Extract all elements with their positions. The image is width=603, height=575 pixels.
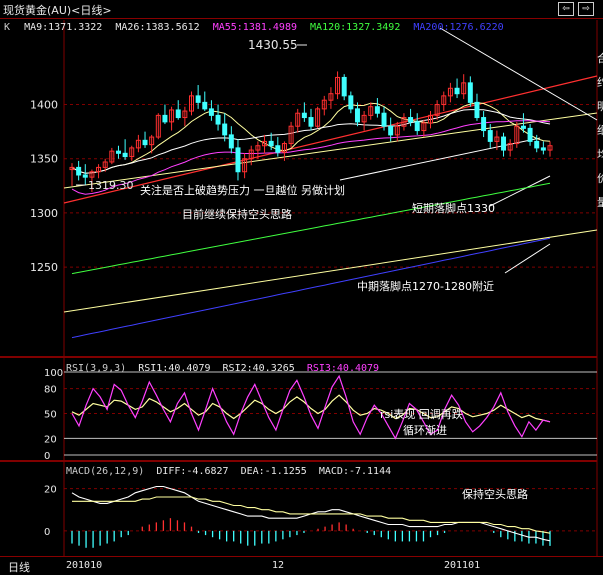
rsi-lines bbox=[71, 374, 551, 440]
rsi-legend-rsi2: RSI2:40.3265 bbox=[222, 363, 295, 374]
rsi-tick-20: 20 bbox=[44, 434, 57, 445]
sidebar-char-2[interactable]: 明 bbox=[597, 98, 603, 114]
macd-legend: MACD(26,12,9) DIFF:-4.6827 DEA:-1.1255 M… bbox=[66, 466, 397, 477]
candle-body-46 bbox=[374, 106, 380, 114]
candle-body-8 bbox=[122, 152, 128, 158]
candle-body-41 bbox=[341, 76, 347, 97]
y-axis-ticks: 1250 1300 1350 1400 0 20 50 80 100 0 20 bbox=[30, 99, 63, 538]
annotation-mid-target: 中期落脚点1270-1280附近 bbox=[357, 279, 494, 293]
candle-body-24 bbox=[228, 134, 234, 149]
rsi-legend-rsi1: RSI1:40.4079 bbox=[138, 363, 211, 374]
annotation-rsi-1: rsi表现 回调再跌 bbox=[380, 407, 463, 421]
candle-body-2 bbox=[82, 174, 88, 178]
legend-ma200: MA200:1276.6220 bbox=[413, 22, 504, 33]
candle-body-70 bbox=[534, 140, 540, 149]
annotation-short-target: 短期落脚点1330 bbox=[412, 201, 495, 215]
candle-body-47 bbox=[381, 112, 387, 127]
legend-ma9: MA9:1371.3322 bbox=[24, 22, 103, 33]
rsi-tick-100: 100 bbox=[44, 368, 63, 379]
candle-body-63 bbox=[487, 130, 493, 142]
sidebar-char-3[interactable]: 细 bbox=[597, 122, 603, 138]
macd-legend-dea: DEA:-1.1255 bbox=[240, 466, 307, 477]
candle-body-7 bbox=[115, 150, 121, 154]
candle-body-42 bbox=[348, 95, 354, 110]
candle-body-16 bbox=[175, 109, 181, 119]
candle-body-30 bbox=[268, 140, 274, 147]
arrow-mid bbox=[504, 243, 551, 274]
trend-line-channel bbox=[63, 229, 598, 313]
arrow-short bbox=[489, 175, 551, 207]
candle-body-58 bbox=[454, 87, 460, 95]
macd-legend-name: MACD(26,12,9) bbox=[66, 466, 145, 477]
y-tick-1350: 1350 bbox=[30, 153, 58, 166]
macd-legend-diff: DIFF:-4.6827 bbox=[156, 466, 229, 477]
date-axis-bar: 日线 201010 12 201101 bbox=[0, 556, 603, 574]
candle-body-19 bbox=[195, 95, 201, 103]
date-label-1: 201010 bbox=[66, 560, 103, 571]
candle-body-31 bbox=[275, 145, 281, 153]
rsi-legend-name: RSI(3,9,3) bbox=[66, 363, 127, 374]
annotation-high: 1430.55 bbox=[248, 38, 298, 52]
legend-ma55: MA55:1381.4989 bbox=[212, 22, 297, 33]
rsi-legend-rsi3: RSI3:40.4079 bbox=[306, 363, 380, 374]
candle-body-36 bbox=[308, 117, 314, 127]
right-sidebar[interactable]: 合约明细均价量 bbox=[597, 20, 603, 556]
candle-body-68 bbox=[520, 125, 526, 129]
candle-body-61 bbox=[474, 101, 480, 119]
candle-body-14 bbox=[162, 114, 168, 123]
sidebar-char-0[interactable]: 合 bbox=[597, 50, 603, 66]
candle-body-43 bbox=[354, 108, 360, 123]
rsi-tick-0: 0 bbox=[44, 451, 50, 462]
date-label-3: 201101 bbox=[444, 560, 481, 571]
annotation-resistance: 关注是否上破趋势压力 一旦越位 另做计划 bbox=[140, 183, 345, 197]
y-tick-1400: 1400 bbox=[30, 99, 58, 112]
macd-tick-0: 0 bbox=[44, 527, 50, 538]
candle-body-11 bbox=[142, 139, 148, 146]
candle-body-1 bbox=[76, 166, 82, 176]
candle-body-25 bbox=[235, 147, 241, 173]
annotation-macd: 保持空头思路 bbox=[462, 487, 528, 501]
candlesticks bbox=[69, 71, 553, 193]
candle-body-23 bbox=[222, 123, 228, 136]
y-tick-1250: 1250 bbox=[30, 261, 58, 274]
rsi-line-RSI3 bbox=[71, 374, 551, 440]
candle-body-71 bbox=[540, 147, 546, 151]
macd-tick-20: 20 bbox=[44, 485, 57, 496]
main-legend: K MA9:1371.3322 MA26:1383.5612 MA55:1381… bbox=[4, 22, 511, 33]
rsi-line-RSI2 bbox=[71, 394, 551, 423]
sidebar-char-6[interactable]: 量 bbox=[597, 194, 603, 210]
candle-body-69 bbox=[527, 127, 533, 142]
candle-body-35 bbox=[301, 112, 307, 119]
annotation-low: 1319.30 bbox=[88, 179, 134, 192]
macd-line-DEA bbox=[72, 496, 551, 534]
moving-average-lines bbox=[71, 102, 551, 339]
sidebar-char-5[interactable]: 价 bbox=[597, 170, 603, 186]
candle-body-48 bbox=[388, 125, 394, 136]
candle-body-65 bbox=[501, 136, 507, 151]
trend-lines bbox=[63, 27, 598, 313]
annotation-bias: 目前继续保持空头思路 bbox=[182, 207, 292, 221]
candle-body-60 bbox=[467, 82, 473, 103]
rsi-tick-50: 50 bbox=[44, 410, 57, 421]
candle-body-62 bbox=[481, 117, 487, 132]
candle-body-51 bbox=[408, 117, 414, 123]
sidebar-char-4[interactable]: 均 bbox=[597, 146, 603, 162]
sidebar-char-1[interactable]: 约 bbox=[597, 74, 603, 90]
date-label-2: 12 bbox=[272, 560, 285, 571]
annotation-rsi-2: 循环渐进 bbox=[403, 423, 447, 437]
legend-ma26: MA26:1383.5612 bbox=[115, 22, 200, 33]
rsi-tick-80: 80 bbox=[44, 385, 57, 396]
y-tick-1300: 1300 bbox=[30, 207, 58, 220]
candle-body-20 bbox=[202, 101, 208, 110]
rsi-legend: RSI(3,9,3) RSI1:40.4079 RSI2:40.3265 RSI… bbox=[66, 363, 385, 374]
legend-ma120: MA120:1327.3492 bbox=[310, 22, 401, 33]
candle-body-22 bbox=[215, 114, 221, 125]
chart-canvas[interactable]: 1250 1300 1350 1400 0 20 50 80 100 0 20 1430.55 13… bbox=[0, 0, 603, 573]
candle-body-21 bbox=[208, 108, 214, 116]
legend-prefix: K bbox=[4, 22, 11, 33]
macd-legend-macd: MACD:-7.1144 bbox=[318, 466, 392, 477]
candle-body-52 bbox=[414, 121, 420, 132]
